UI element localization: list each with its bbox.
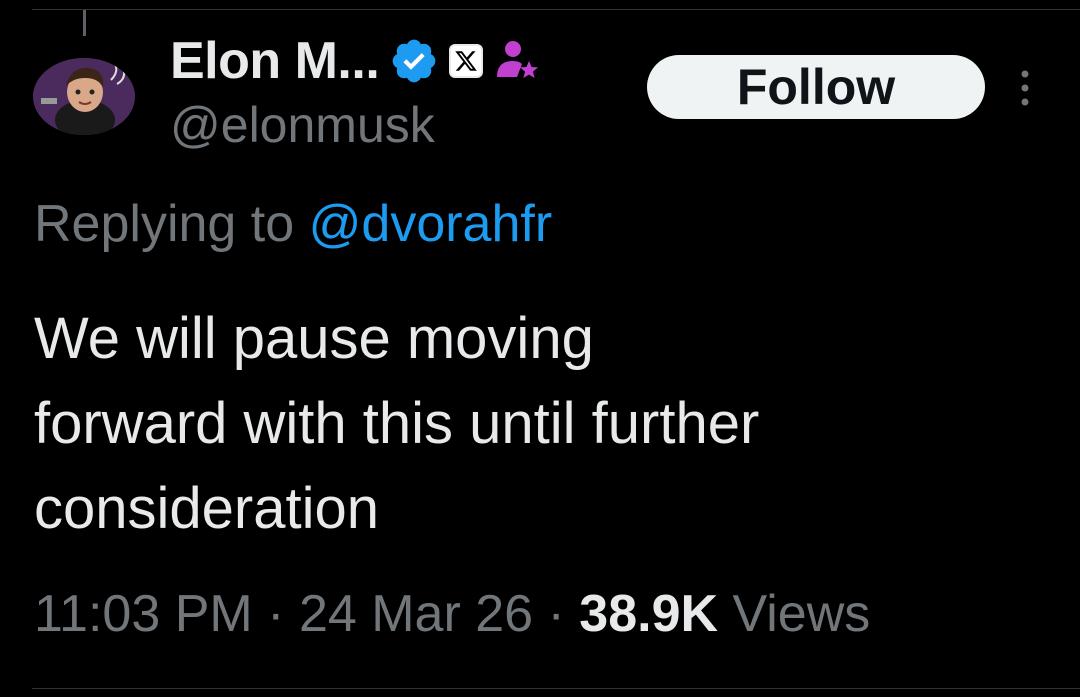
top-divider	[32, 9, 1080, 10]
x-affiliate-badge-icon[interactable]	[449, 44, 484, 78]
tweet-meta: 11:03 PM · 24 Mar 26 · 38.9K Views	[34, 588, 870, 640]
tweet-date[interactable]: 24 Mar 26	[299, 585, 533, 643]
tweet-text: We will pause moving forward with this u…	[34, 306, 760, 541]
author-handle[interactable]: @elonmusk	[170, 100, 435, 150]
thread-connector-line	[83, 10, 86, 36]
verified-badge-icon[interactable]	[389, 36, 439, 86]
follow-button[interactable]: Follow	[647, 55, 985, 119]
avatar[interactable]	[33, 58, 135, 135]
author-name-row: Elon M...	[170, 30, 541, 92]
reply-mention-link[interactable]: @dvorahfr	[309, 195, 553, 253]
avatar-image	[33, 58, 135, 135]
replying-to-label: Replying to	[34, 195, 309, 253]
bottom-divider	[32, 688, 1080, 689]
affiliate-person-star-icon[interactable]	[493, 36, 541, 86]
meta-separator: ·	[252, 585, 299, 643]
tweet-time[interactable]: 11:03 PM	[34, 585, 253, 643]
more-options-icon[interactable]	[1016, 68, 1034, 108]
views-count[interactable]: 38.9K	[579, 585, 718, 643]
replying-to-line: Replying to @dvorahfr	[34, 198, 552, 250]
views-label: Views	[718, 585, 871, 643]
meta-separator: ·	[533, 585, 580, 643]
author-display-name[interactable]: Elon M...	[170, 35, 380, 87]
tweet-detail: Elon M... @elonmusk Follow Replying to @…	[0, 0, 1080, 697]
